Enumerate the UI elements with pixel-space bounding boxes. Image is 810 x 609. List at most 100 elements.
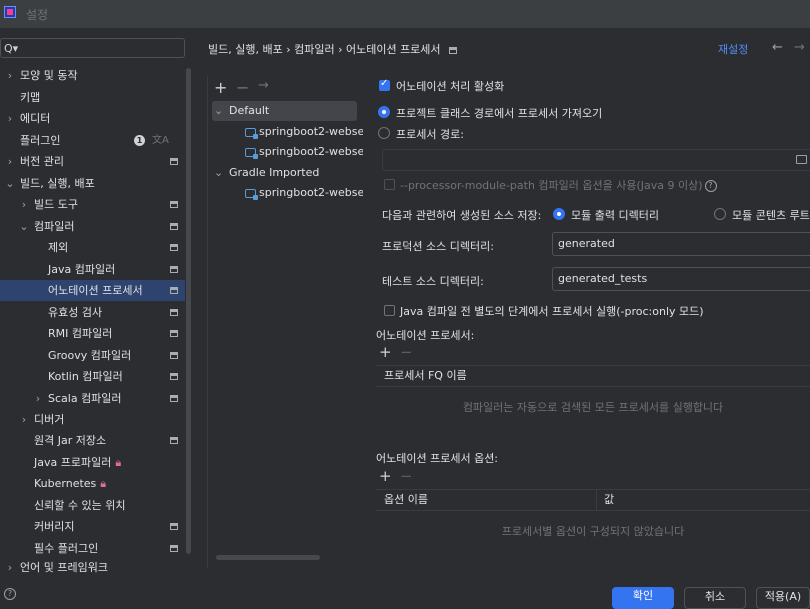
sidebar-item-label: 에디터 bbox=[20, 112, 51, 125]
project-scope-icon bbox=[170, 395, 178, 402]
proc-only-label: Java 컴파일 전 별도의 단계에서 프로세서 실행(-proc:only 모… bbox=[400, 305, 704, 318]
sidebar-item-trusted-locations[interactable]: 신뢰할 수 있는 위치 bbox=[0, 495, 185, 516]
sidebar-item-rmi-compiler[interactable]: RMI 컴파일러 bbox=[0, 323, 185, 344]
sidebar-item-build-run-deploy[interactable]: ⌄ 빌드, 실행, 배포 bbox=[0, 173, 185, 194]
processor-path-radio[interactable] bbox=[378, 127, 390, 139]
sidebar-item-label: 언어 및 프레임워크 bbox=[20, 561, 108, 574]
sidebar-item-label: Kubernetes 🔒︎ bbox=[34, 477, 107, 490]
project-scope-icon bbox=[170, 201, 178, 208]
chevron-right-icon: › bbox=[21, 413, 27, 426]
production-dir-input[interactable]: generated bbox=[552, 232, 810, 256]
apply-button[interactable]: 적용(A) bbox=[756, 587, 810, 609]
search-icon: Q▾ bbox=[4, 42, 19, 55]
sidebar-item-label: Scala 컴파일러 bbox=[48, 392, 122, 405]
sidebar-item-plugins[interactable]: 플러그인 1 文A bbox=[0, 130, 185, 151]
enable-processing-checkbox[interactable] bbox=[379, 78, 390, 91]
sidebar-item-languages-frameworks[interactable]: › 언어 및 프레임워크 bbox=[0, 557, 185, 578]
back-arrow-icon[interactable]: ← bbox=[772, 40, 783, 55]
remove-processor-button[interactable]: − bbox=[400, 343, 413, 361]
sidebar-item-appearance[interactable]: › 모양 및 동작 bbox=[0, 65, 185, 86]
sidebar-item-editor[interactable]: › 에디터 bbox=[0, 108, 185, 129]
profile-module-item[interactable]: springboot2-webse bbox=[212, 122, 363, 142]
store-content-root-radio[interactable] bbox=[714, 208, 726, 220]
store-generated-label: 다음과 관련하여 생성된 소스 저장: bbox=[382, 209, 542, 222]
profile-default[interactable]: ⌄ Default bbox=[212, 101, 357, 121]
sidebar-item-label: 신뢰할 수 있는 위치 bbox=[34, 499, 126, 512]
sidebar-item-compiler[interactable]: ⌄ 컴파일러 bbox=[0, 216, 185, 237]
sidebar-item-label: 빌드 도구 bbox=[34, 198, 78, 211]
sidebar-item-validation[interactable]: 유효성 검사 bbox=[0, 302, 185, 323]
sidebar-item-label: 플러그인 bbox=[20, 134, 61, 147]
sidebar-item-coverage[interactable]: 커버리지 bbox=[0, 516, 185, 537]
breadcrumb: 빌드, 실행, 배포 › 컴파일러 › 어노테이션 프로세서 bbox=[208, 41, 457, 57]
module-icon bbox=[245, 147, 258, 159]
lock-icon: 🔒︎ bbox=[115, 456, 122, 469]
sidebar-item-label: 제외 bbox=[48, 241, 69, 254]
profile-module-item[interactable]: springboot2-webse bbox=[212, 142, 363, 162]
processors-header-row: 프로세서 FQ 이름 bbox=[376, 366, 810, 387]
project-scope-icon bbox=[170, 244, 178, 251]
project-scope-icon bbox=[170, 545, 178, 552]
remove-profile-button[interactable]: − bbox=[236, 78, 249, 97]
store-module-output-radio[interactable] bbox=[553, 208, 565, 220]
sidebar-item-label: 컴파일러 bbox=[34, 220, 75, 233]
profiles-horizontal-scrollbar[interactable] bbox=[216, 555, 320, 560]
processor-path-label: 프로세서 경로: bbox=[396, 128, 464, 141]
sidebar-item-java-profiler[interactable]: Java 프로파일러 🔒︎ bbox=[0, 452, 185, 473]
sidebar-item-kotlin-compiler[interactable]: Kotlin 컴파일러 bbox=[0, 366, 185, 387]
sidebar-item-groovy-compiler[interactable]: Groovy 컴파일러 bbox=[0, 345, 185, 366]
sidebar-item-label: 원격 Jar 저장소 bbox=[34, 434, 107, 447]
project-scope-icon bbox=[170, 309, 178, 316]
test-dir-label: 테스트 소스 디렉터리: bbox=[382, 275, 484, 288]
help-icon[interactable]: ? bbox=[704, 180, 717, 192]
project-scope-icon bbox=[170, 158, 178, 165]
remove-option-button[interactable]: − bbox=[400, 467, 413, 485]
module-path-checkbox[interactable] bbox=[384, 179, 395, 190]
sidebar-scrollbar[interactable] bbox=[186, 68, 191, 554]
processor-profiles-panel: + − → ⌄ Default springboot2-webse spring… bbox=[207, 76, 363, 568]
sidebar-item-remote-jar[interactable]: 원격 Jar 저장소 bbox=[0, 430, 185, 451]
reset-link[interactable]: 재설정 bbox=[718, 41, 748, 57]
sidebar-item-debugger[interactable]: › 디버거 bbox=[0, 409, 185, 430]
chevron-right-icon: › bbox=[7, 112, 13, 125]
ok-button[interactable]: 확인 bbox=[612, 587, 674, 609]
sidebar-item-excludes[interactable]: 제외 bbox=[0, 237, 185, 258]
update-count-badge: 1 bbox=[134, 135, 145, 146]
sidebar-item-label: 모양 및 동작 bbox=[20, 69, 78, 82]
module-path-label: --processor-module-path 컴파일러 옵션을 사용(Java… bbox=[400, 177, 717, 193]
add-option-button[interactable]: + bbox=[379, 467, 392, 485]
sidebar-item-label: 버전 관리 bbox=[20, 155, 64, 168]
project-scope-icon bbox=[448, 46, 457, 54]
options-empty-message: 프로세서별 옵션이 구성되지 않았습니다 bbox=[501, 525, 685, 538]
sidebar-item-build-tools[interactable]: › 빌드 도구 bbox=[0, 194, 185, 215]
chevron-down-icon: ⌄ bbox=[5, 177, 15, 190]
sidebar-item-required-plugins[interactable]: 필수 플러그인 bbox=[0, 538, 185, 559]
cancel-button[interactable]: 취소 bbox=[684, 587, 746, 609]
test-dir-input[interactable]: generated_tests bbox=[552, 267, 810, 291]
add-processor-button[interactable]: + bbox=[379, 343, 392, 361]
profile-module-item[interactable]: springboot2-webse bbox=[212, 183, 363, 203]
sidebar-item-scala-compiler[interactable]: › Scala 컴파일러 bbox=[0, 388, 185, 409]
from-classpath-radio[interactable] bbox=[378, 106, 390, 118]
sidebar-item-vcs[interactable]: › 버전 관리 bbox=[0, 151, 185, 172]
sidebar-item-label: RMI 컴파일러 bbox=[48, 327, 113, 340]
options-table[interactable]: 옵션 이름 값 프로세서별 옵션이 구성되지 않았습니다 bbox=[376, 489, 810, 570]
help-icon[interactable]: ? bbox=[4, 588, 16, 600]
forward-arrow-icon[interactable]: → bbox=[794, 40, 805, 55]
settings-search-input[interactable]: Q▾ bbox=[0, 38, 185, 58]
profile-gradle-imported[interactable]: ⌄ Gradle Imported bbox=[212, 163, 357, 183]
sidebar-item-keymap[interactable]: 키맵 bbox=[0, 87, 185, 108]
from-classpath-label: 프로젝트 클래스 경로에서 프로세서 가져오기 bbox=[396, 107, 603, 120]
add-profile-button[interactable]: + bbox=[214, 78, 227, 97]
processor-path-field[interactable] bbox=[382, 149, 810, 171]
profile-label: Default bbox=[229, 104, 270, 117]
processor-fq-name-column: 프로세서 FQ 이름 bbox=[384, 369, 467, 382]
sidebar-item-label: Java 프로파일러 🔒︎ bbox=[34, 456, 122, 469]
sidebar-item-annotation-processors[interactable]: 어노테이션 프로세서 bbox=[0, 280, 185, 301]
move-to-profile-button[interactable]: → bbox=[258, 78, 269, 93]
processors-table[interactable]: 프로세서 FQ 이름 컴파일러는 자동으로 검색된 모든 프로세서를 실행합니다 bbox=[376, 365, 810, 446]
sidebar-item-java-compiler[interactable]: Java 컴파일러 bbox=[0, 259, 185, 280]
sidebar-item-label: 유효성 검사 bbox=[48, 306, 103, 319]
proc-only-checkbox[interactable] bbox=[384, 305, 395, 316]
sidebar-item-kubernetes[interactable]: Kubernetes 🔒︎ bbox=[0, 473, 185, 494]
